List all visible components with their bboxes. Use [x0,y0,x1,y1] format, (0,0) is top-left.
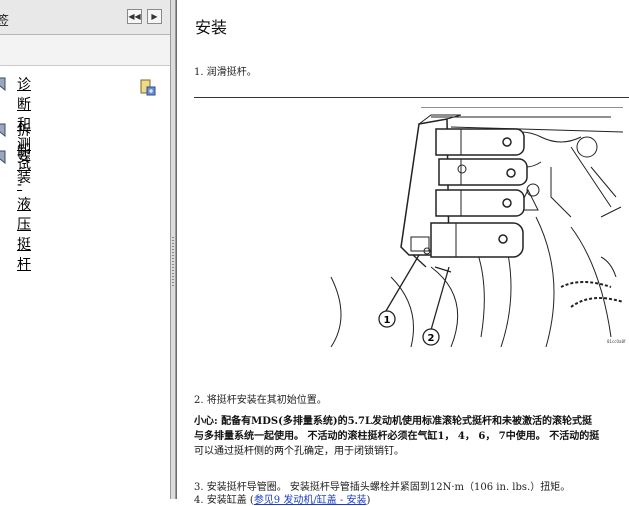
bookmark-label[interactable]: 安装 [17,148,31,188]
callout-1: 1 [384,315,391,326]
lifter-installation-figure: 1 2 [271,107,623,349]
caution-line-1: 小心: 配备有MDS(多排量系统)的5.7L发动机使用标准滚轮式挺杆和未被激活的… [194,414,629,429]
caution-block: 小心: 配备有MDS(多排量系统)的5.7L发动机使用标准滚轮式挺杆和未被激活的… [194,414,629,459]
section-rule [194,97,629,98]
step-2-text: 2. 将挺杆安装在其初始位置。 [194,391,327,406]
bookmark-icon [0,123,6,137]
step-4-suffix: ) [366,495,370,506]
expand-right-button[interactable]: ▶ [147,9,162,24]
collapse-left-button[interactable]: ◀◀ [127,9,142,24]
caution-line-2: 与多排量系统一起使用。 不活动的滚柱挺杆必须在气缸1， 4， 6， 7中使用。 … [194,429,629,444]
bookmark-icon [0,77,6,91]
nav-pane-title: 签 [0,10,9,29]
caution-line-3: 可以通过挺杆侧的两个孔确定，用于闭锁销钉。 [194,444,629,459]
nav-header: 签 ◀◀ ▶ [0,0,170,35]
splitter-grip[interactable] [172,237,174,287]
document-view: 安装 1. 润滑挺杆。 [177,0,629,499]
step-1-text: 1. 润滑挺杆。 [194,63,257,78]
bookmark-options-icon[interactable] [139,79,157,97]
nav-toolbar: ▾ [0,35,170,66]
callout-2: 2 [428,333,435,344]
step-4-link[interactable]: 参见9 发动机/缸盖 - 安装 [254,495,367,506]
bookmark-icon [0,150,6,164]
page-title: 安装 [195,14,227,38]
navigation-pane: 签 ◀◀ ▶ ▾ 诊断和测试 - 液压挺杆 拆卸 安装 [0,0,170,499]
step-4-prefix: 4. 安装缸盖 ( [194,495,254,506]
figure-code: 81cc0a8f [607,339,625,344]
